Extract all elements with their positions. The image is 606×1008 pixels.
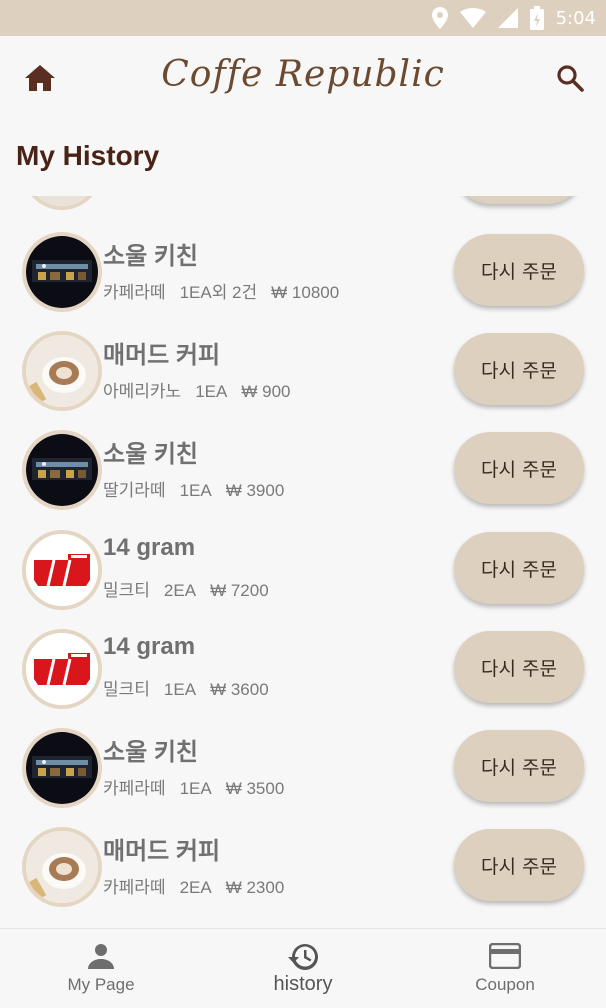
item-qty: 2EA: [179, 878, 212, 897]
item-price: ₩ 7200: [210, 581, 269, 600]
store-thumbnail-soul-kitchen: [22, 232, 102, 312]
location-icon: [431, 7, 448, 29]
store-name: 소울 키친: [103, 441, 198, 468]
store-name: 매머드 커피: [103, 838, 221, 865]
app-title: Coffe Republic: [161, 54, 445, 95]
list-item[interactable]: 소울 키친 카페라떼 1EA ₩ 3500 다시 주문: [0, 728, 606, 827]
reorder-button[interactable]: 다시 주문: [454, 730, 584, 802]
store-thumbnail: [22, 196, 102, 210]
item-name: 밀크티: [103, 581, 150, 600]
store-thumbnail-mammoth-coffee: [22, 331, 102, 411]
reorder-button[interactable]: 다시 주문: [454, 432, 584, 504]
history-list[interactable]: 소울 키친 카페라떼 1EA외 2건 ₩ 10800 다시 주문 매머드 커피 아메…: [0, 196, 606, 928]
item-name: 딸기라떼: [103, 481, 166, 500]
order-summary: 카페라떼 1EA ₩ 3500: [103, 774, 298, 799]
store-thumbnail-14-gram: [22, 530, 102, 610]
store-thumbnail-soul-kitchen: [22, 430, 102, 510]
store-name: 14 gram: [103, 534, 196, 561]
store-name: 소울 키친: [103, 739, 198, 766]
nav-history[interactable]: history: [202, 929, 404, 1008]
store-thumbnail-soul-kitchen: [22, 728, 102, 808]
reorder-button[interactable]: 다시 주문: [454, 333, 584, 405]
battery-charging-icon: [529, 6, 544, 30]
item-name: 아메리카노: [103, 382, 182, 401]
item-price: ₩ 2300: [225, 878, 285, 897]
store-thumbnail-14-gram: [22, 629, 102, 709]
item-qty: 2EA: [163, 581, 197, 600]
nav-label: Coupon: [475, 975, 535, 994]
reorder-button[interactable]: 다시 주문: [454, 234, 584, 306]
list-item[interactable]: 매머드 커피 카페라떼 2EA ₩ 2300 다시 주문: [0, 827, 606, 926]
reorder-button[interactable]: 다시 주문: [454, 532, 584, 604]
search-icon: [557, 65, 584, 92]
nav-coupon[interactable]: Coupon: [404, 929, 606, 1008]
page-title: My History: [16, 140, 160, 171]
search-button[interactable]: [552, 60, 588, 96]
list-item[interactable]: 14 gram 밀크티 2EA ₩ 7200 다시 주문: [0, 530, 606, 629]
store-name: 소울 키친: [103, 243, 198, 270]
item-price: ₩ 10800: [271, 283, 340, 302]
signal-icon: [497, 8, 518, 28]
order-summary: 아메리카노 1EA ₩ 900: [103, 377, 304, 402]
item-qty: 1EA: [195, 382, 228, 401]
order-summary: 카페라떼 2EA ₩ 2300: [103, 873, 298, 898]
item-name: 카페라떼: [103, 779, 166, 798]
reorder-button[interactable]: [454, 196, 584, 204]
list-item[interactable]: 14 gram 밀크티 1EA ₩ 3600 다시 주문: [0, 629, 606, 728]
status-time: 5:04: [555, 7, 596, 29]
list-item[interactable]: 소울 키친 딸기라떼 1EA ₩ 3900 다시 주문: [0, 430, 606, 529]
wifi-icon: [459, 8, 486, 28]
item-price: ₩ 3500: [225, 779, 285, 798]
reorder-button[interactable]: 다시 주문: [454, 829, 584, 901]
item-qty: 1EA외 2건: [179, 283, 258, 302]
store-name: 매머드 커피: [103, 342, 221, 369]
store-name: 14 gram: [103, 633, 196, 660]
status-icons: 5:04: [431, 0, 596, 36]
nav-label: history: [273, 973, 333, 995]
item-qty: 1EA: [179, 481, 212, 500]
item-qty: 1EA: [179, 779, 212, 798]
order-summary: 밀크티 1EA ₩ 3600: [103, 675, 283, 700]
app-bar: Coffe Republic: [0, 36, 606, 120]
item-qty: 1EA: [163, 680, 197, 699]
item-name: 밀크티: [103, 680, 150, 699]
store-thumbnail-mammoth-coffee: [22, 827, 102, 907]
order-summary: 카페라떼 1EA외 2건 ₩ 10800: [103, 278, 353, 303]
bottom-navigation: My Page history Coupon: [0, 928, 606, 1008]
reorder-button[interactable]: 다시 주문: [454, 631, 584, 703]
item-price: ₩ 900: [241, 382, 291, 401]
item-name: 카페라떼: [103, 878, 166, 897]
item-price: ₩ 3600: [210, 680, 269, 699]
status-bar: 5:04: [0, 0, 606, 36]
list-item[interactable]: 소울 키친 카페라떼 1EA외 2건 ₩ 10800 다시 주문: [0, 232, 606, 331]
list-item[interactable]: 매머드 커피 아메리카노 1EA ₩ 900 다시 주문: [0, 331, 606, 430]
order-summary: 딸기라떼 1EA ₩ 3900: [103, 476, 298, 501]
credit-card-icon: [489, 943, 521, 969]
order-summary: 밀크티 2EA ₩ 7200: [103, 576, 283, 601]
list-item: [0, 196, 606, 229]
nav-label: My Page: [67, 975, 135, 994]
history-icon: [288, 944, 318, 970]
item-name: 카페라떼: [103, 283, 166, 302]
person-icon: [88, 944, 114, 969]
nav-my-page[interactable]: My Page: [0, 929, 202, 1008]
item-price: ₩ 3900: [225, 481, 285, 500]
